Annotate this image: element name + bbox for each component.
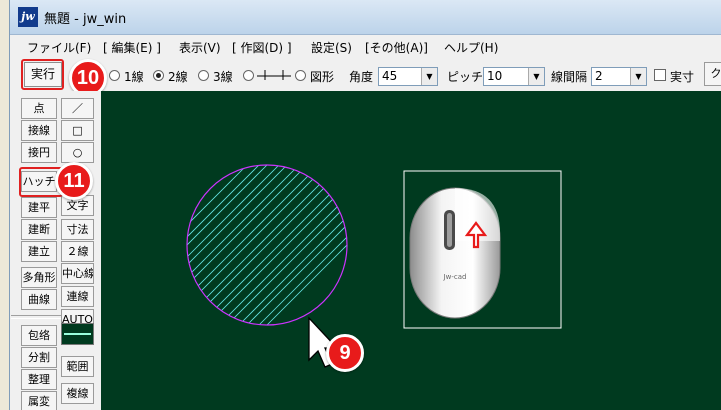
menu-help[interactable]: ヘルプ(H) <box>444 39 498 56</box>
tool-arch-plan[interactable]: 建平 <box>21 197 57 218</box>
label-2line: 2線 <box>168 70 188 84</box>
tool-dimension[interactable]: 寸法 <box>61 219 94 240</box>
tool-arch-elevation[interactable]: 建立 <box>21 241 57 262</box>
actual-size-checkbox[interactable] <box>654 69 666 81</box>
tool-range[interactable]: 範囲 <box>61 356 94 377</box>
canvas-drawing: Jw-cad <box>186 164 562 368</box>
radio-3line[interactable] <box>198 70 209 81</box>
tool-center-line[interactable]: 中心線 <box>61 263 94 284</box>
label-1line: 1線 <box>124 70 144 84</box>
spacing-value: 2 <box>595 69 603 83</box>
radio-1line[interactable] <box>109 70 120 81</box>
mouse-icon <box>409 187 501 319</box>
chevron-down-icon[interactable]: ▼ <box>421 68 437 85</box>
dimension-line-icon <box>257 70 291 80</box>
badge-pointer: 9 <box>326 334 364 372</box>
label-figure: 図形 <box>310 70 335 84</box>
tool-envelope[interactable]: 包络 <box>21 325 57 346</box>
menu-settings[interactable]: 設定(S) <box>311 39 352 56</box>
radio-2line[interactable] <box>153 70 164 81</box>
app-window: jw 無題 - jw_win ファイル(F) [ 編集(E) ] 表示(V) [… <box>9 0 721 410</box>
tool-circle[interactable]: ○ <box>61 142 94 163</box>
title-bar: jw 無題 - jw_win <box>10 0 721 35</box>
chevron-down-icon[interactable]: ▼ <box>528 68 544 85</box>
tool-polygon[interactable]: 多角形 <box>21 267 57 288</box>
spacing-label: 線間隔 <box>551 70 588 84</box>
menu-edit[interactable]: [ 編集(E) ] <box>103 39 161 56</box>
window-title: 無題 - jw_win <box>44 12 127 27</box>
radio-dimension-line[interactable] <box>243 70 254 81</box>
chevron-down-icon[interactable]: ▼ <box>630 68 646 85</box>
label-3line: 3線 <box>213 70 233 84</box>
tool-palette: 点 接線 接円 ハッチ 建平 建断 建立 多角形 曲線 包络 分割 整理 属変 … <box>10 91 101 410</box>
tool-divide[interactable]: 分割 <box>21 347 57 368</box>
tool-line[interactable]: ／ <box>61 98 94 119</box>
pitch-combo[interactable]: 10 ▼ <box>483 67 545 86</box>
tool-tangent[interactable]: 接線 <box>21 120 57 141</box>
radio-figure[interactable] <box>295 70 306 81</box>
app-logo-icon: jw <box>18 7 38 27</box>
tool-double-line[interactable]: ２線 <box>61 241 94 262</box>
spacing-combo[interactable]: 2 ▼ <box>591 67 647 86</box>
swatch-line <box>64 333 91 335</box>
menu-view[interactable]: 表示(V) <box>179 39 221 56</box>
menu-file[interactable]: ファイル(F) <box>27 39 91 56</box>
tool-cleanup[interactable]: 整理 <box>21 369 57 390</box>
angle-combo[interactable]: 45 ▼ <box>378 67 438 86</box>
tool-parallel-copy[interactable]: 複線 <box>61 383 94 404</box>
angle-value: 45 <box>382 69 398 83</box>
menu-bar: ファイル(F) [ 編集(E) ] 表示(V) [ 作図(D) ] 設定(S) … <box>10 36 721 56</box>
tool-continuous-line[interactable]: 連線 <box>61 286 94 307</box>
tool-point[interactable]: 点 <box>21 98 57 119</box>
tool-rectangle[interactable]: □ <box>61 120 94 141</box>
hatch-lines <box>187 165 347 325</box>
layer-color-swatch[interactable] <box>61 323 94 345</box>
angle-label: 角度 <box>349 70 374 84</box>
tool-attribute-change[interactable]: 属変 <box>21 391 57 410</box>
tool-arch-section[interactable]: 建断 <box>21 219 57 240</box>
toolbar-more-button[interactable]: ク <box>704 62 721 86</box>
menu-draw[interactable]: [ 作図(D) ] <box>232 39 292 56</box>
badge-hatch: 11 <box>55 162 93 200</box>
tool-tangent-circle[interactable]: 接円 <box>21 142 57 163</box>
mouse-brand-label: Jw-cad <box>443 273 467 281</box>
exec-highlight <box>21 59 64 90</box>
actual-size-label: 実寸 <box>670 70 695 84</box>
tool-curve[interactable]: 曲線 <box>21 289 57 310</box>
menu-other[interactable]: [その他(A)] <box>365 39 428 56</box>
pitch-label: ピッチ <box>447 70 484 84</box>
pitch-value: 10 <box>487 69 503 83</box>
